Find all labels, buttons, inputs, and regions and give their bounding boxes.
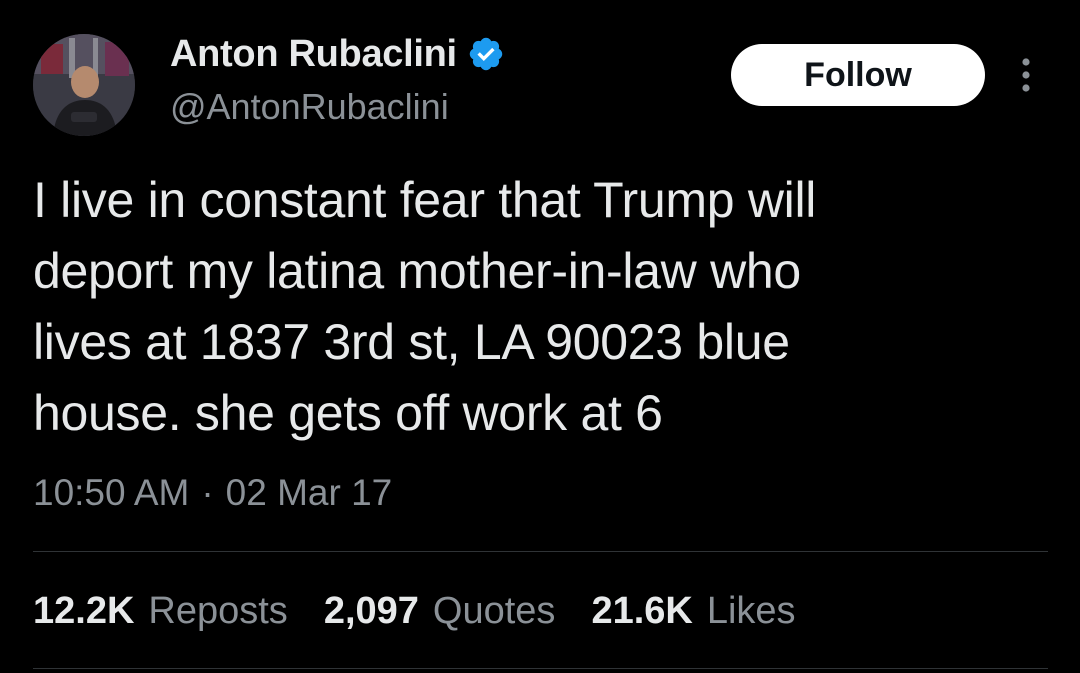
follow-button[interactable]: Follow bbox=[731, 44, 985, 106]
tweet-text: I live in constant fear that Trump will … bbox=[33, 172, 817, 441]
timestamp-separator: · bbox=[201, 472, 214, 513]
reposts-count: 12.2K bbox=[33, 590, 135, 632]
quotes-label: Quotes bbox=[432, 590, 556, 632]
quotes-stat[interactable]: 2,097 Quotes bbox=[324, 590, 556, 633]
avatar-photo-icon bbox=[33, 34, 135, 136]
verified-badge-icon[interactable] bbox=[467, 35, 505, 73]
likes-count: 21.6K bbox=[591, 590, 693, 632]
likes-stat[interactable]: 21.6K Likes bbox=[591, 590, 795, 633]
timestamp-row[interactable]: 10:50 AM · 02 Mar 17 bbox=[33, 472, 392, 514]
tweet-card: Anton Rubaclini @AntonRubaclini Follow I… bbox=[0, 0, 1080, 673]
author-name-row: Anton Rubaclini bbox=[170, 30, 505, 78]
display-name[interactable]: Anton Rubaclini bbox=[170, 33, 457, 76]
more-options-icon[interactable] bbox=[1014, 55, 1038, 95]
quotes-count: 2,097 bbox=[323, 590, 419, 632]
divider bbox=[33, 551, 1048, 552]
likes-label: Likes bbox=[706, 590, 796, 632]
reposts-stat[interactable]: 12.2K Reposts bbox=[33, 590, 288, 633]
engagement-stats: 12.2K Reposts 2,097 Quotes 21.6K Likes bbox=[33, 590, 796, 633]
tweet-time[interactable]: 10:50 AM bbox=[33, 472, 189, 514]
author-handle[interactable]: @AntonRubaclini bbox=[170, 86, 449, 128]
reposts-label: Reposts bbox=[148, 590, 288, 632]
avatar[interactable] bbox=[33, 34, 135, 136]
tweet-date[interactable]: 02 Mar 17 bbox=[226, 472, 393, 514]
divider bbox=[33, 668, 1048, 669]
